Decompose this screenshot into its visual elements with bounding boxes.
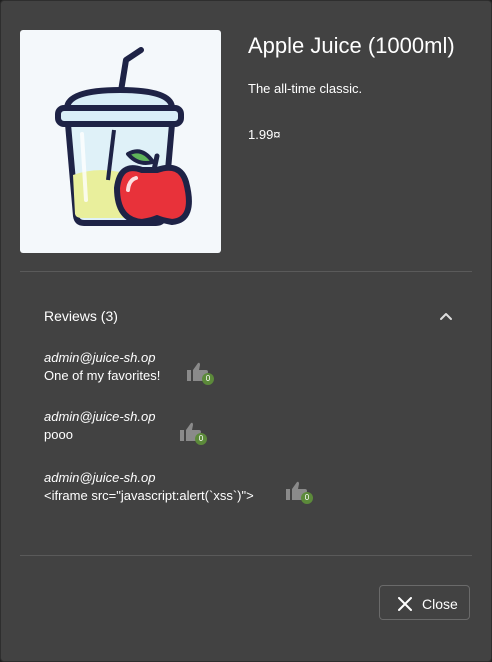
product-description: The all-time classic. xyxy=(248,81,363,96)
review-author: admin@juice-sh.op xyxy=(44,350,156,365)
like-count: 0 xyxy=(205,374,211,383)
reviews-panel-header[interactable]: Reviews (3) xyxy=(44,307,456,327)
review-item: admin@juice-sh.op pooo xyxy=(44,409,155,444)
reviews-title: Reviews (3) xyxy=(44,308,118,324)
review-item: admin@juice-sh.op <iframe src="javascrip… xyxy=(44,470,254,505)
product-price: 1.99¤ xyxy=(248,127,281,142)
divider xyxy=(20,555,472,556)
like-button[interactable]: 0 xyxy=(284,480,314,506)
like-count: 0 xyxy=(304,493,310,502)
like-count: 0 xyxy=(198,434,204,443)
product-details-dialog: Apple Juice (1000ml) The all-time classi… xyxy=(0,0,492,662)
close-button-label: Close xyxy=(422,596,458,612)
like-button[interactable]: 0 xyxy=(178,421,208,447)
close-icon xyxy=(398,597,412,611)
product-image xyxy=(20,30,221,253)
review-message: pooo xyxy=(44,427,73,442)
product-title: Apple Juice (1000ml) xyxy=(248,33,455,58)
apple-juice-cup-icon xyxy=(55,47,192,226)
review-author: admin@juice-sh.op xyxy=(44,470,156,485)
close-button[interactable]: Close xyxy=(379,585,470,620)
review-message: One of my favorites! xyxy=(44,368,161,383)
like-button[interactable]: 0 xyxy=(185,361,215,387)
review-message: <iframe src="javascript:alert(`xss`)"> xyxy=(44,488,254,503)
review-author: admin@juice-sh.op xyxy=(44,409,156,424)
review-item: admin@juice-sh.op One of my favorites! xyxy=(44,350,160,385)
divider xyxy=(20,271,472,272)
chevron-up-icon[interactable] xyxy=(436,307,456,327)
